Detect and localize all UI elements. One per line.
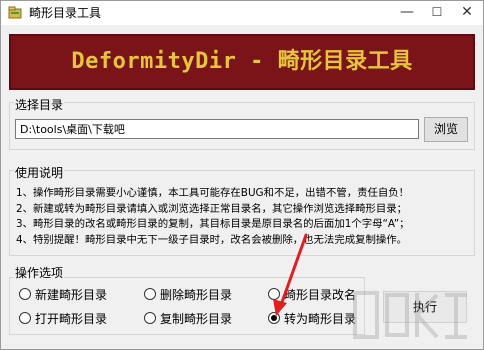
radio-label: 打开畸形目录 bbox=[35, 312, 108, 326]
radio-label: 新建畸形目录 bbox=[35, 288, 108, 302]
radio-indicator[interactable] bbox=[268, 288, 280, 300]
app-window: 畸形目录工具 — ☐ ✕ DeformityDir - 畸形目录工具 选择目录 … bbox=[0, 0, 484, 350]
dir-select-group-label: 选择目录 bbox=[14, 96, 65, 113]
browse-button[interactable]: 浏览 bbox=[424, 117, 468, 142]
radio-label: 复制畸形目录 bbox=[160, 312, 233, 326]
close-button[interactable]: ✕ bbox=[453, 1, 481, 25]
title-banner: DeformityDir - 畸形目录工具 bbox=[9, 34, 475, 90]
watermark-logo-icon bbox=[353, 291, 467, 339]
help-line: 4、特别提醒！畸形目录中无下一级子目录时，改名会被删除，也无法完成复制操作。 bbox=[16, 233, 408, 246]
directory-path-input[interactable] bbox=[15, 119, 419, 139]
radio-indicator[interactable] bbox=[144, 288, 156, 300]
window-title: 畸形目录工具 bbox=[29, 6, 102, 20]
radio-label: 转为畸形目录 bbox=[284, 312, 357, 326]
radio-indicator-selected[interactable] bbox=[268, 312, 280, 324]
help-group-label: 使用说明 bbox=[14, 164, 65, 181]
radio-label: 删除畸形目录 bbox=[160, 288, 233, 302]
minimize-button[interactable]: — bbox=[393, 1, 421, 25]
radio-indicator[interactable] bbox=[144, 312, 156, 324]
help-line: 2、新建或转为畸形目录请填入或浏览选择正常目录名，其它操作浏览选择畸形目录； bbox=[16, 202, 408, 215]
maximize-button[interactable]: ☐ bbox=[423, 1, 451, 25]
help-line: 3、畸形目录的改名或畸形目录的复制，其目标目录是原目录名的后面加1个字母“A”； bbox=[16, 218, 410, 230]
banner-text: DeformityDir - 畸形目录工具 bbox=[71, 49, 413, 74]
help-text: 1、操作畸形目录需要小心谨慎，本工具可能存在BUG和不足，出错不管，责任自负！ … bbox=[16, 186, 468, 250]
radio-label: 畸形目录改名 bbox=[284, 288, 357, 302]
radio-indicator[interactable] bbox=[19, 312, 31, 324]
ops-group-label: 操作选项 bbox=[14, 264, 65, 281]
help-line: 1、操作畸形目录需要小心谨慎，本工具可能存在BUG和不足，出错不管，责任自负！ bbox=[16, 187, 410, 199]
radio-indicator[interactable] bbox=[19, 288, 31, 300]
app-icon bbox=[8, 6, 22, 19]
title-bar: 畸形目录工具 — ☐ ✕ bbox=[1, 1, 483, 25]
